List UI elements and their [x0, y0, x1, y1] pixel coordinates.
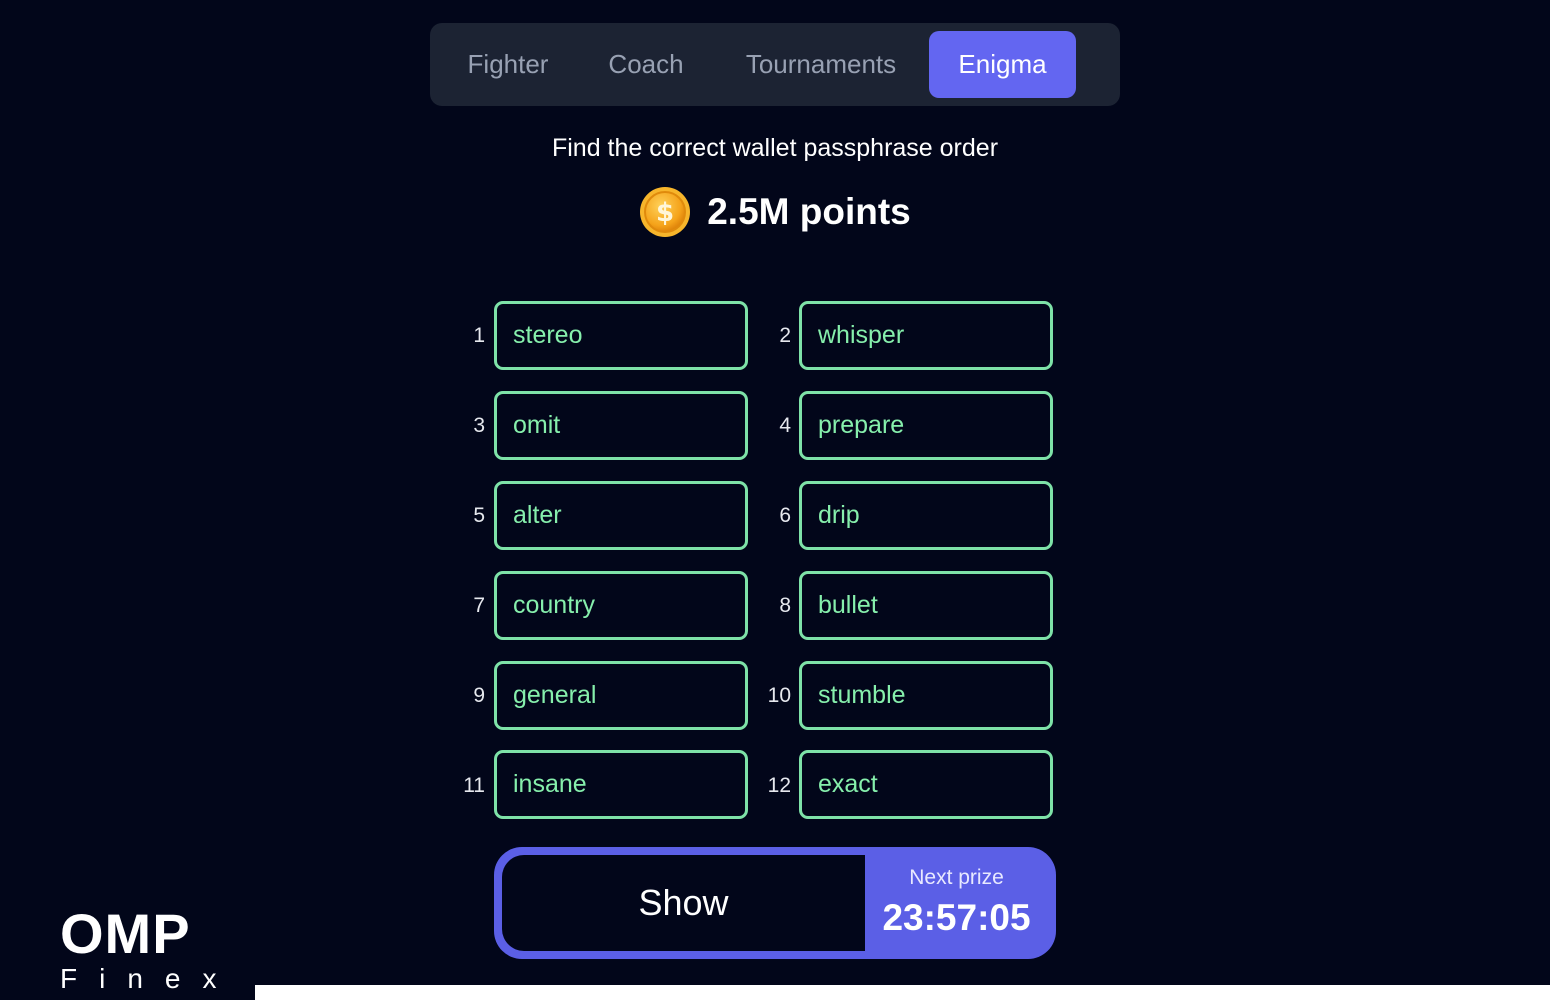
dollar-coin-icon: $ [640, 187, 691, 237]
tab-tournaments[interactable]: Tournaments [730, 31, 912, 98]
next-prize-timer: 23:57:05 [882, 897, 1031, 938]
word-field[interactable]: exact [799, 750, 1053, 819]
tab-enigma[interactable]: Enigma [929, 31, 1076, 98]
action-bar: Show Next prize 23:57:05 [494, 847, 1056, 959]
word-number: 4 [779, 414, 791, 437]
word-number: 9 [473, 684, 485, 707]
bottom-strip [255, 985, 1550, 1000]
next-prize-panel: Next prize 23:57:05 [865, 847, 1048, 959]
tab-coach[interactable]: Coach [592, 31, 700, 98]
word-field[interactable]: stereo [494, 301, 748, 370]
word-number: 8 [779, 594, 791, 617]
enigma-subtitle: Find the correct wallet passphrase order [551, 134, 999, 162]
word-field[interactable]: country [494, 571, 748, 640]
word-number: 1 [473, 324, 485, 347]
logo-main-text: OMP [60, 902, 191, 965]
word-field[interactable]: bullet [799, 571, 1053, 640]
mode-tabs: Fighter Coach Tournaments Enigma [430, 23, 1120, 106]
word-number: 3 [473, 414, 485, 437]
word-field[interactable]: insane [494, 750, 748, 819]
word-number: 11 [463, 774, 485, 797]
points-amount: 2.5M points [707, 191, 911, 232]
word-field[interactable]: prepare [799, 391, 1053, 460]
svg-text:$: $ [656, 198, 674, 228]
word-field[interactable]: stumble [799, 661, 1053, 730]
word-number: 2 [779, 324, 791, 347]
word-number: 6 [779, 504, 791, 527]
logo-sub-text: Finex [60, 963, 239, 994]
show-button[interactable]: Show [502, 855, 865, 951]
word-number: 7 [473, 594, 485, 617]
word-number: 10 [767, 684, 791, 707]
word-field[interactable]: general [494, 661, 748, 730]
omp-finex-logo: OMP Finex [60, 906, 240, 996]
word-field[interactable]: omit [494, 391, 748, 460]
word-field[interactable]: drip [799, 481, 1053, 550]
prize-banner: $ 2.5M points [0, 186, 1550, 242]
word-number: 5 [473, 504, 485, 527]
word-number: 12 [767, 774, 791, 797]
tab-fighter[interactable]: Fighter [448, 31, 568, 98]
next-prize-label: Next prize [909, 866, 1004, 889]
word-field[interactable]: alter [494, 481, 748, 550]
word-field[interactable]: whisper [799, 301, 1053, 370]
